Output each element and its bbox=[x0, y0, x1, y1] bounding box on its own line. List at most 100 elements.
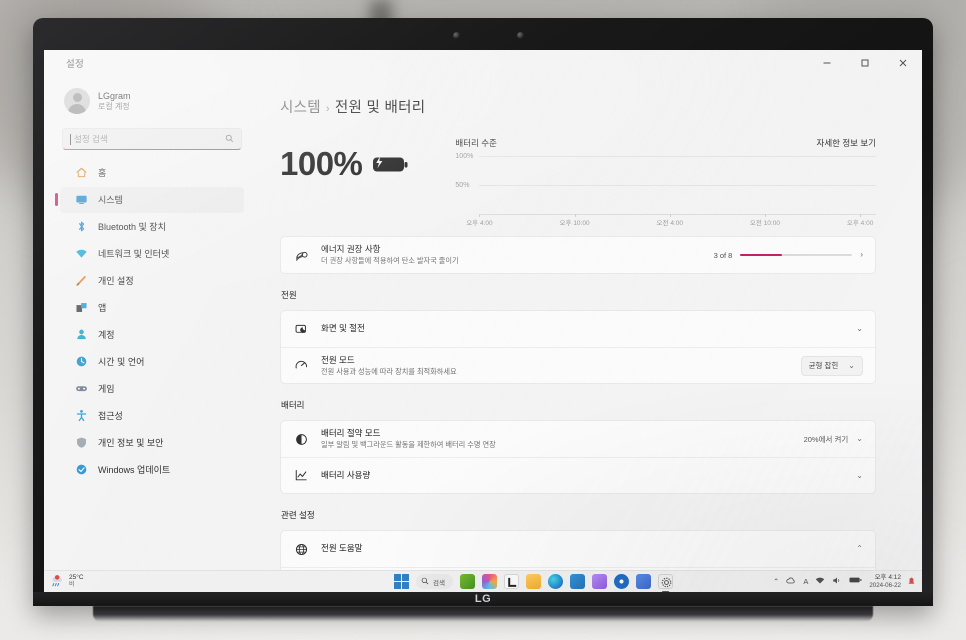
avatar bbox=[64, 88, 90, 114]
bell-icon[interactable] bbox=[908, 577, 915, 584]
y-tick-50: 50% bbox=[455, 182, 470, 189]
media-player-icon[interactable] bbox=[614, 574, 629, 589]
edge-icon[interactable] bbox=[548, 574, 563, 589]
battery-icon[interactable] bbox=[849, 576, 862, 586]
volume-icon[interactable] bbox=[832, 576, 842, 587]
maximize-button[interactable] bbox=[846, 50, 884, 76]
power-mode-title: 전원 모드 bbox=[321, 354, 355, 365]
sidebar-item-label: 개인 설정 bbox=[98, 276, 134, 287]
battery-saver-title: 배터리 절약 모드 bbox=[321, 428, 381, 439]
sidebar-item-privacy-security[interactable]: 개인 정보 및 보안 bbox=[60, 430, 244, 456]
sidebar-item-home[interactable]: 홈 bbox=[60, 160, 244, 186]
laptop-screen: 설정 LGgram 로컬 계정 설정 검색 홈 시스템 Bluetooth 및 … bbox=[44, 50, 922, 592]
teams-icon[interactable] bbox=[636, 574, 651, 589]
taskbar-clock[interactable]: 오후 4:12 2024-06-22 bbox=[869, 574, 901, 589]
battery-saver-icon bbox=[293, 432, 310, 447]
window-title: 설정 bbox=[66, 59, 84, 70]
search-input[interactable]: 설정 검색 bbox=[62, 128, 242, 150]
battery-saver-row[interactable]: 배터리 절약 모드 일부 알림 및 백그라운드 활동을 제한하여 배터리 수명 … bbox=[281, 421, 875, 457]
x-tick-label: 오전 4:00 bbox=[656, 220, 683, 227]
energy-recommendations-row[interactable]: 에너지 권장 사항 더 권장 사항들에 적용하여 탄소 발자국 줄이기 3 of… bbox=[281, 237, 875, 273]
accessibility-icon bbox=[74, 409, 88, 423]
laptop-lid: 설정 LGgram 로컬 계정 설정 검색 홈 시스템 Bluetooth 및 … bbox=[33, 18, 933, 606]
sidebar-item-bluetooth[interactable]: Bluetooth 및 장치 bbox=[60, 214, 244, 240]
sidebar-item-network[interactable]: 네트워크 및 인터넷 bbox=[60, 241, 244, 267]
clock-time: 오후 4:12 bbox=[874, 573, 901, 581]
sidebar-item-gaming[interactable]: 게임 bbox=[60, 376, 244, 402]
webcam-ir-sensor-icon bbox=[517, 32, 524, 39]
settings-icon[interactable] bbox=[658, 574, 673, 592]
ime-icon[interactable]: A bbox=[803, 577, 808, 586]
laptop-chin: LG bbox=[33, 592, 933, 606]
text-caret bbox=[70, 133, 71, 145]
store-icon[interactable] bbox=[570, 574, 585, 589]
power-help-title: 전원 도움말 bbox=[321, 543, 363, 554]
photo-scene: 설정 LGgram 로컬 계정 설정 검색 홈 시스템 Bluetooth 및 … bbox=[0, 0, 966, 640]
sidebar-item-label: 네트워크 및 인터넷 bbox=[98, 249, 170, 260]
sidebar-item-time-language[interactable]: 시간 및 언어 bbox=[60, 349, 244, 375]
update-icon bbox=[74, 463, 88, 477]
cloud-sync-icon[interactable] bbox=[786, 576, 796, 587]
battery-saver-value[interactable]: 20%에서 켜기 bbox=[804, 434, 849, 445]
shield-icon bbox=[74, 436, 88, 450]
leaf-recommendation-icon bbox=[293, 248, 310, 263]
photos-icon[interactable] bbox=[482, 574, 497, 589]
power-help-row[interactable]: 전원 도움말 ⌃ bbox=[281, 531, 875, 567]
weather-widget[interactable]: 25°C 비 bbox=[50, 574, 84, 588]
breadcrumb-separator: › bbox=[325, 103, 330, 115]
apps-icon bbox=[74, 301, 88, 315]
battery-hero: 100% 배터리 수준 자세한 정보 보기 100% 50% 오후 4:00 오… bbox=[280, 135, 876, 227]
screen-and-sleep-row[interactable]: 화면 및 절전 ⌄ bbox=[281, 311, 875, 347]
sidebar-item-windows-update[interactable]: Windows 업데이트 bbox=[60, 457, 244, 483]
axis-baseline bbox=[479, 214, 876, 215]
weather-condition: 비 bbox=[69, 581, 75, 588]
wifi-icon bbox=[74, 247, 88, 261]
energy-recommendations-card[interactable]: 에너지 권장 사항 더 권장 사항들에 적용하여 탄소 발자국 줄이기 3 of… bbox=[280, 236, 876, 274]
energy-progress-bar bbox=[740, 253, 853, 257]
chevron-right-icon[interactable]: › bbox=[860, 251, 863, 259]
webcam-lens-icon bbox=[453, 32, 460, 39]
brush-icon bbox=[74, 274, 88, 288]
battery-usage-chart-icon bbox=[293, 468, 310, 483]
power-mode-row[interactable]: 전원 모드 전원 사용과 성능에 따라 장치를 최적화하세요 균형 잡힌 ⌄ bbox=[281, 347, 875, 383]
onenote-icon[interactable] bbox=[592, 574, 607, 589]
sidebar-item-apps[interactable]: 앱 bbox=[60, 295, 244, 321]
breadcrumb-root[interactable]: 시스템 bbox=[280, 100, 321, 116]
chevron-up-icon[interactable]: ⌃ bbox=[856, 545, 863, 553]
bluetooth-icon bbox=[74, 220, 88, 234]
chart-details-link[interactable]: 자세한 정보 보기 bbox=[817, 137, 876, 149]
y-tick-100: 100% bbox=[455, 153, 474, 160]
chart-plot-area: 100% 50% bbox=[455, 153, 876, 215]
chart-title: 배터리 수준 bbox=[455, 138, 497, 148]
sidebar-nav: 홈 시스템 Bluetooth 및 장치 네트워크 및 인터넷 개인 설정 앱 … bbox=[50, 160, 250, 483]
chevron-down-icon[interactable]: ⌄ bbox=[856, 325, 863, 333]
close-button[interactable] bbox=[884, 50, 922, 76]
taskbar-search[interactable]: 검색 bbox=[416, 574, 453, 589]
windows-desktop: 설정 LGgram 로컬 계정 설정 검색 홈 시스템 Bluetooth 및 … bbox=[44, 50, 922, 592]
sidebar-item-label: 개인 정보 및 보안 bbox=[98, 438, 164, 449]
wifi-icon[interactable] bbox=[815, 576, 825, 587]
settings-sidebar: LGgram 로컬 계정 설정 검색 홈 시스템 Bluetooth 및 장치 … bbox=[44, 76, 256, 570]
sidebar-item-accessibility[interactable]: 접근성 bbox=[60, 403, 244, 429]
battery-saver-subtitle: 일부 알림 및 백그라운드 활동을 제한하여 배터리 수명 연장 bbox=[321, 440, 496, 450]
account-tile[interactable]: LGgram 로컬 계정 bbox=[50, 76, 250, 126]
nvidia-icon[interactable] bbox=[460, 574, 475, 589]
sidebar-item-system[interactable]: 시스템 bbox=[55, 187, 244, 213]
lg-brand-logo: LG bbox=[474, 593, 492, 605]
sidebar-item-personalization[interactable]: 개인 설정 bbox=[60, 268, 244, 294]
sidebar-item-label: 게임 bbox=[98, 384, 115, 395]
power-mode-dropdown[interactable]: 균형 잡힌 ⌄ bbox=[800, 355, 863, 376]
battery-usage-row[interactable]: 배터리 사용량 ⌄ bbox=[281, 457, 875, 493]
hidden-icons-icon[interactable]: ⌃ bbox=[773, 577, 779, 586]
screen-sleep-icon bbox=[293, 322, 310, 337]
battery-level-chart: 배터리 수준 자세한 정보 보기 100% 50% 오후 4:00 오후 10:… bbox=[455, 135, 876, 227]
chevron-down-icon[interactable]: ⌄ bbox=[856, 471, 863, 480]
sidebar-item-accounts[interactable]: 계정 bbox=[60, 322, 244, 348]
laptop-device: 설정 LGgram 로컬 계정 설정 검색 홈 시스템 Bluetooth 및 … bbox=[33, 18, 933, 625]
file-explorer-icon[interactable] bbox=[526, 574, 541, 589]
minimize-button[interactable] bbox=[808, 50, 846, 76]
energy-progress-label: 3 of 8 bbox=[713, 250, 733, 260]
windows-start-icon[interactable] bbox=[394, 574, 410, 589]
lg-control-center-icon[interactable] bbox=[504, 574, 519, 589]
chevron-down-icon[interactable]: ⌄ bbox=[856, 435, 863, 443]
